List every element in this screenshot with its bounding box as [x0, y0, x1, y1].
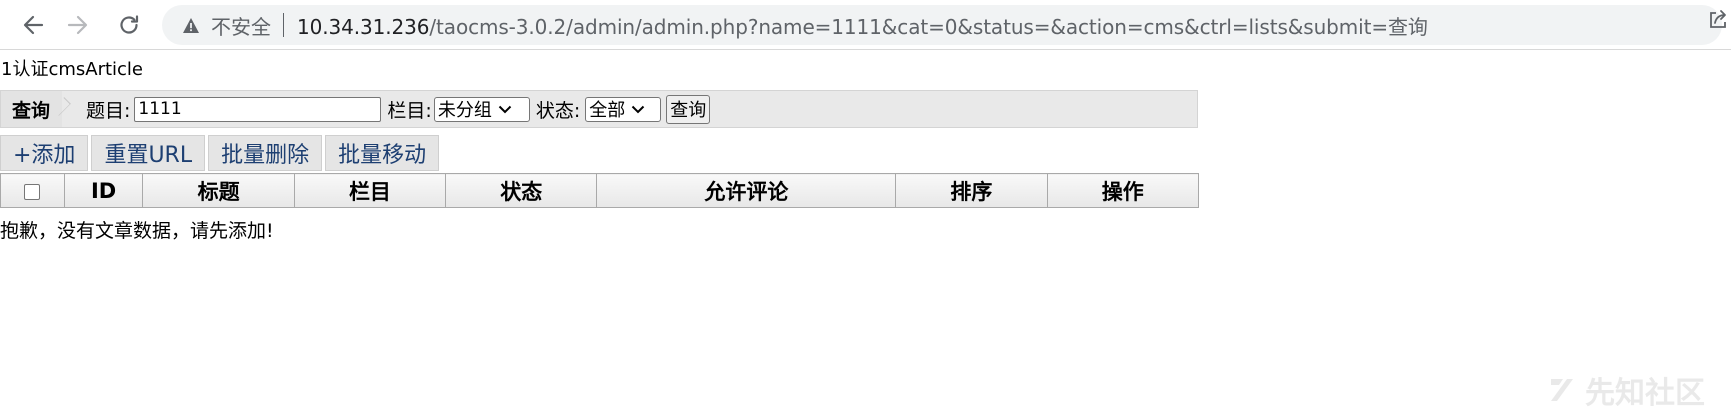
address-bar[interactable]: 不安全 10.34.31.236/taocms-3.0.2/admin/admi…	[162, 5, 1722, 45]
category-select[interactable]: 未分组	[433, 96, 530, 122]
forward-button[interactable]	[61, 8, 95, 42]
action-toolbar: +添加 重置URL 批量删除 批量移动	[0, 135, 442, 171]
arrow-left-icon	[22, 14, 44, 36]
header-actions: 操作	[1046, 173, 1200, 208]
header-allow-comment[interactable]: 允许评论	[596, 173, 897, 208]
header-id[interactable]: ID	[63, 173, 144, 208]
share-icon[interactable]	[1705, 6, 1731, 34]
watermark-text: 先知社区	[1585, 376, 1705, 411]
url-host: 10.34.31.236	[297, 14, 430, 39]
status-select-value: 全部	[589, 100, 626, 121]
back-button[interactable]	[16, 8, 50, 42]
search-form: 查询 题目: 栏目: 未分组 状态: 全部 查询	[0, 90, 1198, 128]
page-content: 1认证cmsArticle 查询 题目: 栏目: 未分组 状态: 全部 查询 +…	[0, 50, 1731, 412]
status-select[interactable]: 全部	[585, 96, 662, 122]
article-table: ID 标题 栏目 状态 允许评论 排序 操作	[0, 173, 1200, 208]
header-order[interactable]: 排序	[895, 173, 1048, 208]
warning-triangle-icon[interactable]	[182, 16, 200, 34]
category-select-value: 未分组	[437, 100, 492, 121]
chevron-down-icon	[498, 105, 512, 114]
header-category[interactable]: 栏目	[293, 173, 447, 208]
category-label: 栏目:	[387, 99, 432, 122]
reload-button[interactable]	[112, 8, 146, 42]
watermark: 先知社区	[1547, 368, 1705, 412]
url-path: /taocms-3.0.2/admin/admin.php?name=1111&…	[429, 14, 1428, 39]
title-label: 题目:	[86, 99, 131, 122]
batch-move-button[interactable]: 批量移动	[325, 135, 440, 171]
add-button[interactable]: +添加	[0, 135, 89, 171]
header-title[interactable]: 标题	[142, 173, 295, 208]
select-all-cell	[0, 173, 65, 208]
status-label: 状态:	[535, 99, 581, 122]
title-input[interactable]	[134, 96, 382, 122]
search-tag: 查询	[1, 91, 63, 127]
insecure-label[interactable]: 不安全	[211, 11, 271, 40]
address-separator	[283, 13, 284, 37]
watermark-logo-icon	[1547, 375, 1577, 405]
select-all-checkbox[interactable]	[24, 183, 41, 200]
arrow-right-icon	[67, 14, 89, 36]
chevron-down-icon	[631, 105, 645, 114]
page-title: 1认证cmsArticle	[1, 59, 144, 80]
empty-message: 抱歉，没有文章数据，请先添加!	[0, 220, 274, 242]
browser-toolbar: 不安全 10.34.31.236/taocms-3.0.2/admin/admi…	[0, 0, 1731, 50]
reset-url-button[interactable]: 重置URL	[91, 135, 206, 171]
header-status[interactable]: 状态	[445, 173, 598, 208]
reload-icon	[118, 14, 140, 36]
batch-delete-button[interactable]: 批量删除	[208, 135, 323, 171]
url-text[interactable]: 10.34.31.236/taocms-3.0.2/admin/admin.ph…	[297, 11, 1428, 40]
query-button[interactable]: 查询	[666, 94, 711, 124]
table-header-row: ID 标题 栏目 状态 允许评论 排序 操作	[0, 173, 1200, 208]
